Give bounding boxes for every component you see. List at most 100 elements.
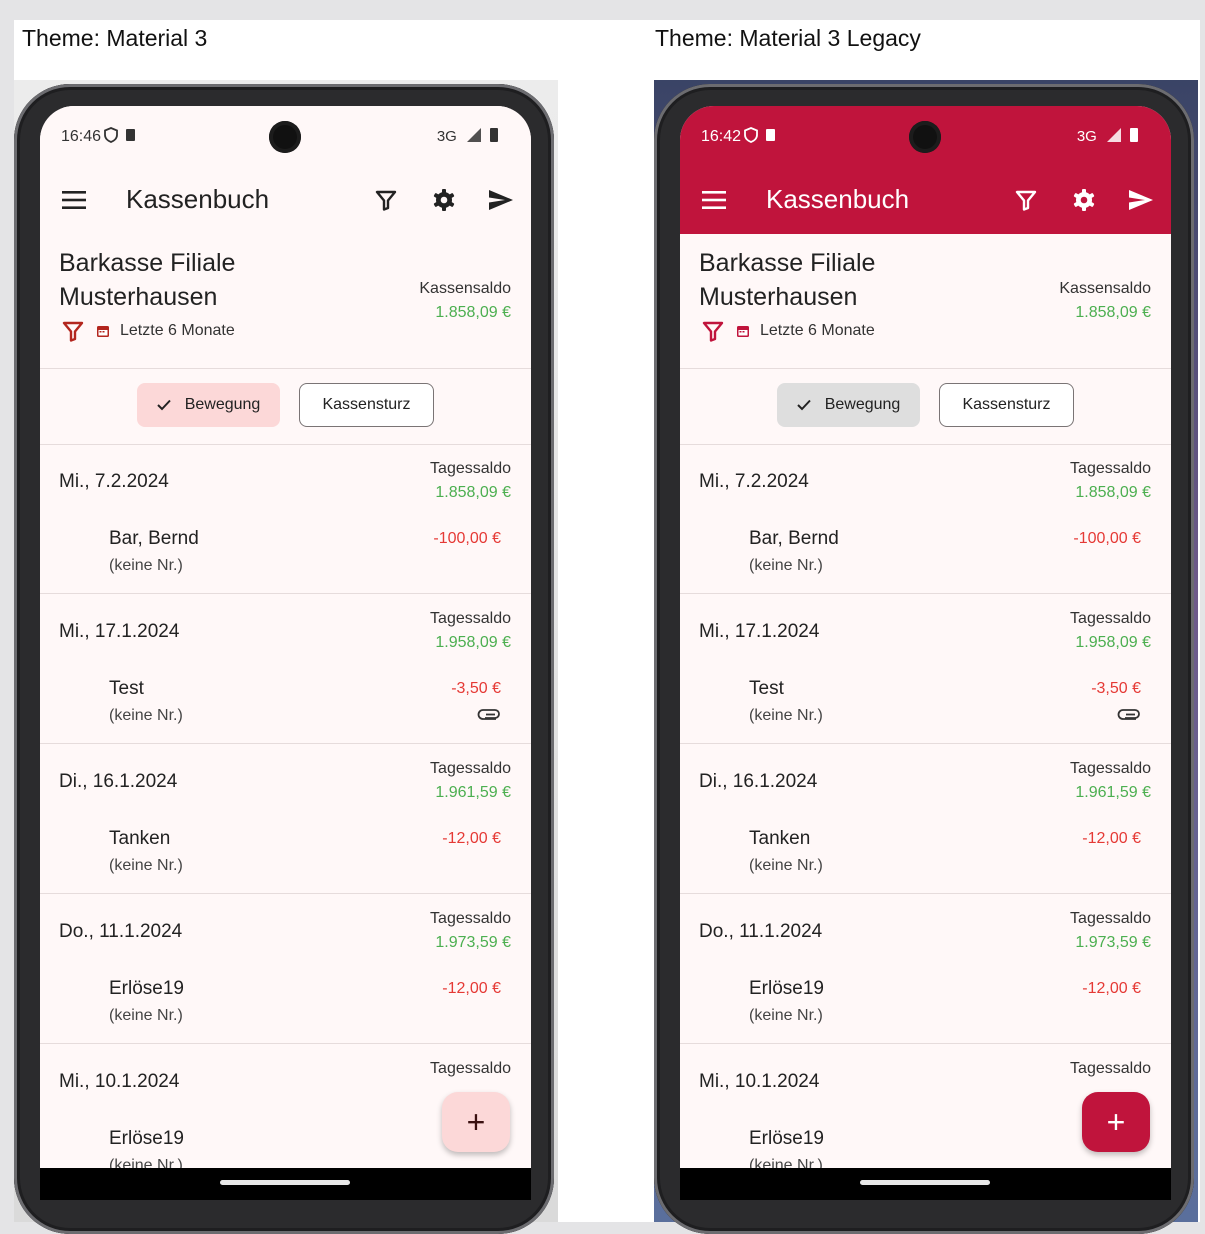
add-entry-button[interactable]: +	[1082, 1092, 1150, 1152]
day-group[interactable]: Mi., 17.1.2024 Tagessaldo 1.958,09 € Tes…	[40, 594, 531, 744]
cashbook-header: Barkasse Filiale Musterhausen Kassensald…	[40, 234, 531, 368]
segment-kassensturz-label: Kassensturz	[962, 396, 1051, 413]
day-group[interactable]: Do., 11.1.2024 Tagessaldo 1.973,59 € Erl…	[680, 894, 1171, 1044]
filter-button[interactable]	[1006, 180, 1046, 220]
daily-balance-value: 1.973,59 €	[1075, 934, 1151, 951]
menu-button[interactable]	[694, 180, 734, 220]
transaction-list: Mi., 7.2.2024 Tagessaldo 1.858,09 € Bar,…	[680, 444, 1171, 1168]
paperclip-icon[interactable]	[477, 707, 501, 726]
transaction-amount: -3,50 €	[451, 680, 501, 697]
menu-icon	[62, 191, 86, 209]
day-group[interactable]: Di., 16.1.2024 Tagessaldo 1.961,59 € Tan…	[680, 744, 1171, 894]
daily-balance-value: 1.973,59 €	[435, 934, 511, 951]
front-camera	[269, 121, 301, 153]
transaction-name: Erlöse19	[109, 978, 184, 999]
network-type: 3G	[1076, 128, 1097, 145]
daily-balance-value: 1.958,09 €	[435, 634, 511, 651]
period-label: Letzte 6 Monate	[120, 322, 235, 339]
status-time: 16:42	[701, 128, 742, 145]
day-date: Di., 16.1.2024	[59, 771, 178, 792]
day-date: Mi., 17.1.2024	[59, 621, 180, 642]
segment-bewegung-label: Bewegung	[824, 396, 901, 413]
system-nav-bar	[40, 1168, 531, 1200]
send-icon	[1129, 190, 1153, 210]
balance-value: 1.858,09 €	[1075, 304, 1151, 321]
transaction-number: (keine Nr.)	[109, 857, 183, 874]
daily-balance-label: Tagessaldo	[430, 610, 511, 627]
menu-button[interactable]	[54, 180, 94, 220]
day-group[interactable]: Di., 16.1.2024 Tagessaldo 1.961,59 € Tan…	[40, 744, 531, 894]
transaction-amount: -12,00 €	[1082, 980, 1141, 997]
daily-balance-label: Tagessaldo	[430, 1060, 511, 1077]
transaction-name: Erlöse19	[749, 978, 824, 999]
check-icon	[156, 399, 171, 411]
day-date: Mi., 10.1.2024	[699, 1071, 820, 1092]
transaction-number: (keine Nr.)	[109, 1007, 183, 1024]
segment-kassensturz[interactable]: Kassensturz	[939, 383, 1074, 427]
filter-button[interactable]	[366, 180, 406, 220]
day-date: Do., 11.1.2024	[59, 921, 183, 942]
filter-icon	[1015, 190, 1037, 211]
send-button[interactable]	[481, 180, 521, 220]
day-group[interactable]: Mi., 17.1.2024 Tagessaldo 1.958,09 € Tes…	[680, 594, 1171, 744]
segment-kassensturz[interactable]: Kassensturz	[299, 383, 434, 427]
daily-balance-label: Tagessaldo	[430, 910, 511, 927]
daily-balance-value: 1.858,09 €	[435, 484, 511, 501]
shield-icon	[104, 127, 135, 143]
transaction-name: Erlöse19	[749, 1128, 824, 1149]
transaction-number: (keine Nr.)	[109, 707, 183, 724]
daily-balance-label: Tagessaldo	[430, 460, 511, 477]
front-camera	[909, 121, 941, 153]
transaction-amount: -100,00 €	[1073, 530, 1141, 547]
segment-bewegung[interactable]: Bewegung	[137, 383, 280, 427]
day-date: Mi., 17.1.2024	[699, 621, 820, 642]
add-entry-button[interactable]: +	[442, 1092, 510, 1152]
active-filter[interactable]: Letzte 6 Monate	[62, 320, 235, 342]
paperclip-icon[interactable]	[1117, 707, 1141, 726]
app-screen: 16:42 3G Kassenbuch Barkasse Filiale Mus…	[680, 106, 1171, 1168]
transaction-name: Test	[109, 678, 144, 699]
home-gesture-bar[interactable]	[220, 1180, 350, 1185]
send-button[interactable]	[1121, 180, 1161, 220]
day-group[interactable]: Mi., 7.2.2024 Tagessaldo 1.858,09 € Bar,…	[680, 444, 1171, 594]
period-label: Letzte 6 Monate	[760, 322, 875, 339]
segment-bewegung[interactable]: Bewegung	[777, 383, 920, 427]
view-segmented-button: Bewegung Kassensturz	[40, 368, 531, 444]
shield-icon	[744, 127, 775, 143]
transaction-number: (keine Nr.)	[749, 1007, 823, 1024]
network-indicator: 3G	[1077, 127, 1141, 145]
view-segmented-button: Bewegung Kassensturz	[680, 368, 1171, 444]
balance-value: 1.858,09 €	[435, 304, 511, 321]
app-title: Kassenbuch	[126, 184, 270, 214]
network-indicator: 3G	[437, 127, 501, 145]
transaction-amount: -100,00 €	[433, 530, 501, 547]
home-gesture-bar[interactable]	[860, 1180, 990, 1185]
settings-button[interactable]	[1064, 180, 1104, 220]
day-group[interactable]: Mi., 7.2.2024 Tagessaldo 1.858,09 € Bar,…	[40, 444, 531, 594]
transaction-list: Mi., 7.2.2024 Tagessaldo 1.858,09 € Bar,…	[40, 444, 531, 1168]
app-bar: Kassenbuch	[40, 166, 531, 234]
transaction-name: Tanken	[749, 828, 811, 849]
transaction-name: Test	[749, 678, 784, 699]
system-nav-bar	[680, 1168, 1171, 1200]
active-filter[interactable]: Letzte 6 Monate	[702, 320, 875, 342]
transaction-number: (keine Nr.)	[749, 557, 823, 574]
daily-balance-label: Tagessaldo	[1070, 610, 1151, 627]
daily-balance-value: 1.858,09 €	[1075, 484, 1151, 501]
signal-battery-icon	[467, 128, 498, 142]
day-group[interactable]: Do., 11.1.2024 Tagessaldo 1.973,59 € Erl…	[40, 894, 531, 1044]
daily-balance-value: 1.961,59 €	[1075, 784, 1151, 801]
send-icon	[489, 190, 513, 210]
cashbook-header: Barkasse Filiale Musterhausen Kassensald…	[680, 234, 1171, 368]
segment-kassensturz-label: Kassensturz	[322, 396, 411, 413]
transaction-number: (keine Nr.)	[749, 707, 823, 724]
phone-material3-legacy: 16:42 3G Kassenbuch Barkasse Filiale Mus…	[654, 84, 1194, 1234]
daily-balance-label: Tagessaldo	[1070, 460, 1151, 477]
top-bar: 16:42 3G Kassenbuch	[680, 106, 1171, 234]
transaction-number: (keine Nr.)	[109, 557, 183, 574]
filter-active-icon	[62, 321, 84, 342]
app-screen: 16:46 3G Kassenbuch Barkasse Filiale Mus…	[40, 106, 531, 1168]
daily-balance-label: Tagessaldo	[430, 760, 511, 777]
status-bar: 16:46 3G	[40, 106, 531, 166]
settings-button[interactable]	[424, 180, 464, 220]
